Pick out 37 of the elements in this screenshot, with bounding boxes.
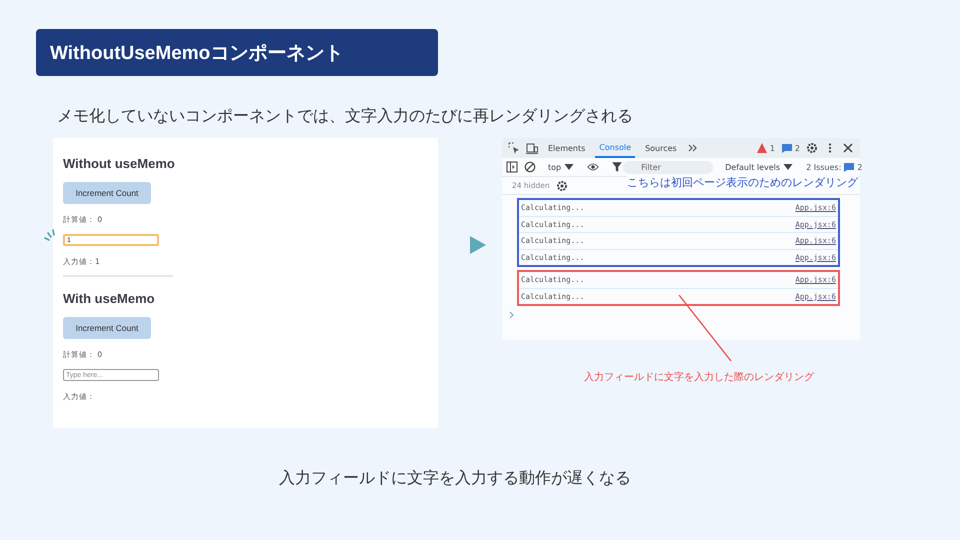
context-label: top [548,162,562,172]
section-heading: With useMemo [63,291,156,306]
increment-button[interactable]: Increment Count [63,182,151,204]
device-icon[interactable] [526,142,538,154]
issues-count: 2 [857,162,862,172]
section-heading: Without useMemo [63,156,176,171]
settings-icon[interactable] [556,180,568,192]
chevrons-icon[interactable] [686,142,699,154]
devtools-tab[interactable]: Elements [544,138,590,158]
close-icon[interactable] [842,142,854,154]
message-count: 2 [794,144,800,152]
levels-label: Default levels [725,162,780,172]
slide-title: WithoutUseMemoコンポーネント [36,29,438,76]
sidebar-icon[interactable] [506,161,518,173]
eye-icon[interactable] [587,161,600,173]
warning-icon [756,142,768,154]
annotation-text: 入力フィールドに文字を入力した際のレンダリング [584,370,814,384]
devtools-tab[interactable]: Console [595,138,636,158]
prompt-icon [508,310,516,320]
issues-label: 2 Issues: [806,162,842,172]
annotation-text: こちらは初回ページ表示のためのレンダリング [627,175,858,190]
emphasis-lines-icon [44,228,58,242]
leader-line [678,295,732,361]
message-icon [780,142,793,154]
increment-button[interactable]: Increment Count [63,317,151,339]
play-arrow-icon [470,236,486,254]
slide-subtitle: メモ化していないコンポーネントでは、文字入力のたびに再レンダリングされる [57,106,634,127]
slide-caption: 入力フィールドに文字を入力する動作が遅くなる [278,468,632,489]
devtools-tab[interactable]: Sources [641,138,681,158]
levels-dropdown[interactable]: Default levels [725,161,794,173]
settings-icon[interactable] [806,142,818,154]
context-dropdown[interactable]: top [548,161,576,173]
clear-icon[interactable] [524,161,536,173]
inspect-icon[interactable] [508,142,520,154]
warning-count: 1 [770,144,775,152]
message-icon [843,161,856,173]
funnel-icon [611,161,624,173]
